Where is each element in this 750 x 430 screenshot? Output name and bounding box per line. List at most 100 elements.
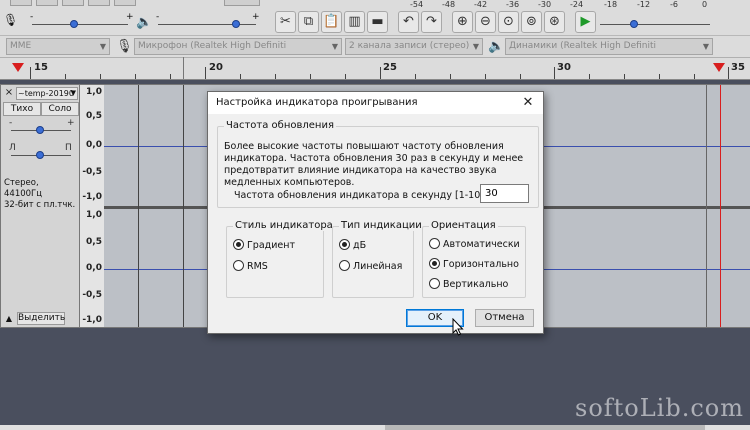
playback-device-select[interactable]: Динамики (Realtek High Definiti ▼ <box>505 38 713 55</box>
undo-icon[interactable]: ↶ <box>398 11 419 33</box>
play-region-start-marker[interactable] <box>12 63 24 72</box>
mute-button[interactable]: Тихо <box>3 102 41 116</box>
chevron-down-icon: ▼ <box>331 42 338 51</box>
type-db-radio[interactable]: дБ <box>339 239 366 251</box>
ruler-tick <box>520 74 521 79</box>
orientation-horizontal-radio[interactable]: Горизонтально <box>429 258 519 270</box>
toolbar-button-top[interactable] <box>114 0 136 6</box>
audio-host-select[interactable]: MME ▼ <box>6 38 110 55</box>
collapse-track-icon[interactable]: ▲ <box>3 312 15 325</box>
close-icon[interactable]: ✕ <box>513 92 543 114</box>
amplitude-label: 0,5 <box>86 111 102 121</box>
refresh-rate-input[interactable] <box>480 184 529 203</box>
playback-volume-track[interactable] <box>158 24 256 25</box>
dialog-titlebar[interactable]: Настройка индикатора проигрывания ✕ <box>208 92 543 114</box>
toolbar-button-top[interactable] <box>224 0 260 6</box>
amplitude-label: -1,0 <box>82 192 102 202</box>
silence-icon[interactable]: ▬ <box>367 11 388 33</box>
amplitude-label: -1,0 <box>82 315 102 325</box>
trim-icon[interactable]: ▥ <box>344 11 365 33</box>
clip-boundary <box>138 85 139 327</box>
radio-unselected-icon[interactable] <box>429 278 440 289</box>
style-rms-radio[interactable]: RMS <box>233 260 268 272</box>
scrollbar-thumb[interactable] <box>385 425 705 430</box>
ruler-tick <box>183 57 184 79</box>
amplitude-label: 1,0 <box>86 87 102 97</box>
ruler-tick <box>728 67 729 79</box>
timeline-ruler[interactable]: 15 20 25 30 35 <box>0 57 750 80</box>
redo-icon[interactable]: ↷ <box>421 11 442 33</box>
fit-project-icon[interactable]: ⊚ <box>521 11 542 33</box>
cut-icon[interactable]: ✂ <box>275 11 296 33</box>
track-gain-knob[interactable] <box>36 126 44 134</box>
amplitude-label: 0,0 <box>86 140 102 150</box>
meter-style-group-title: Стиль индикатора <box>233 220 335 231</box>
radio-label: RMS <box>247 261 268 272</box>
play-at-speed-icon[interactable]: ▶ <box>575 11 596 33</box>
play-region-end-marker[interactable] <box>713 63 725 72</box>
close-track-icon[interactable]: × <box>3 87 15 99</box>
ruler-label: 20 <box>209 62 223 73</box>
radio-selected-icon[interactable] <box>429 258 440 269</box>
track-name-menu[interactable]: ~temp-20190 ▼ <box>16 87 78 100</box>
style-gradient-radio[interactable]: Градиент <box>233 239 295 251</box>
play-speed-track[interactable] <box>600 24 710 25</box>
toolbar-button-top[interactable] <box>88 0 110 6</box>
select-track-button[interactable]: Выделить <box>17 312 65 325</box>
record-volume-knob[interactable] <box>70 20 78 28</box>
amplitude-label: 0,0 <box>86 263 102 273</box>
zoom-toggle-icon[interactable]: ⊛ <box>544 11 565 33</box>
radio-selected-icon[interactable] <box>339 239 350 250</box>
cancel-button[interactable]: Отмена <box>475 309 534 327</box>
recording-channels-select[interactable]: 2 канала записи (стерео) ▼ <box>345 38 483 55</box>
recording-device-value: Микрофон (Realtek High Definiti <box>138 41 287 51</box>
radio-label: Градиент <box>247 240 295 251</box>
radio-label: Линейная <box>353 261 403 272</box>
recording-device-select[interactable]: Микрофон (Realtek High Definiti ▼ <box>134 38 342 55</box>
meter-style-group: Стиль индикатора Градиент RMS <box>226 220 335 298</box>
audio-host-value: MME <box>10 41 32 51</box>
solo-button[interactable]: Соло <box>41 102 79 116</box>
playback-volume-knob[interactable] <box>232 20 240 28</box>
orientation-vertical-radio[interactable]: Вертикально <box>429 278 508 290</box>
record-volume-track[interactable] <box>32 24 128 25</box>
play-speed-knob[interactable] <box>630 20 638 28</box>
clip-boundary <box>183 85 184 327</box>
ruler-tick <box>450 74 451 79</box>
horizontal-scrollbar[interactable] <box>0 425 750 430</box>
radio-unselected-icon[interactable] <box>233 260 244 271</box>
ruler-label: 35 <box>731 62 745 73</box>
ruler-tick <box>100 74 101 79</box>
fit-selection-icon[interactable]: ⊙ <box>498 11 519 33</box>
toolbar-button-top[interactable] <box>62 0 84 6</box>
toolbar-button-top[interactable] <box>10 0 32 6</box>
radio-unselected-icon[interactable] <box>429 238 440 249</box>
ruler-tick <box>485 74 486 79</box>
refresh-rate-description: Более высокие частоты повышают частоту о… <box>224 141 524 188</box>
ruler-tick <box>380 67 381 79</box>
track-control-panel[interactable]: × ~temp-20190 ▼ Тихо Соло - + Л П Стерео,… <box>0 84 80 328</box>
paste-icon[interactable]: 📋 <box>321 11 342 33</box>
mouse-pointer-icon <box>452 318 464 336</box>
radio-label: дБ <box>353 240 367 251</box>
gain-plus-label: + <box>252 12 260 22</box>
toolbar-button-top[interactable] <box>36 0 58 6</box>
dialog-title: Настройка индикатора проигрывания <box>216 97 418 108</box>
orientation-auto-radio[interactable]: Автоматически <box>429 238 520 250</box>
amplitude-label: -0,5 <box>82 290 102 300</box>
ruler-tick <box>170 74 171 79</box>
refresh-rate-group: Частота обновления Более высокие частоты… <box>217 120 539 208</box>
gain-minus-label: - <box>9 118 13 128</box>
ruler-tick <box>135 74 136 79</box>
radio-unselected-icon[interactable] <box>339 260 350 271</box>
zoom-in-icon[interactable]: ⊕ <box>452 11 473 33</box>
track-pan-knob[interactable] <box>36 151 44 159</box>
meter-tick: -18 <box>604 0 618 9</box>
copy-icon[interactable]: ⧉ <box>298 11 319 33</box>
radio-selected-icon[interactable] <box>233 239 244 250</box>
meter-tick: -42 <box>474 0 488 9</box>
type-linear-radio[interactable]: Линейная <box>339 260 402 272</box>
meter-tick: -48 <box>442 0 456 9</box>
zoom-out-icon[interactable]: ⊖ <box>475 11 496 33</box>
meter-tick: -24 <box>570 0 584 9</box>
